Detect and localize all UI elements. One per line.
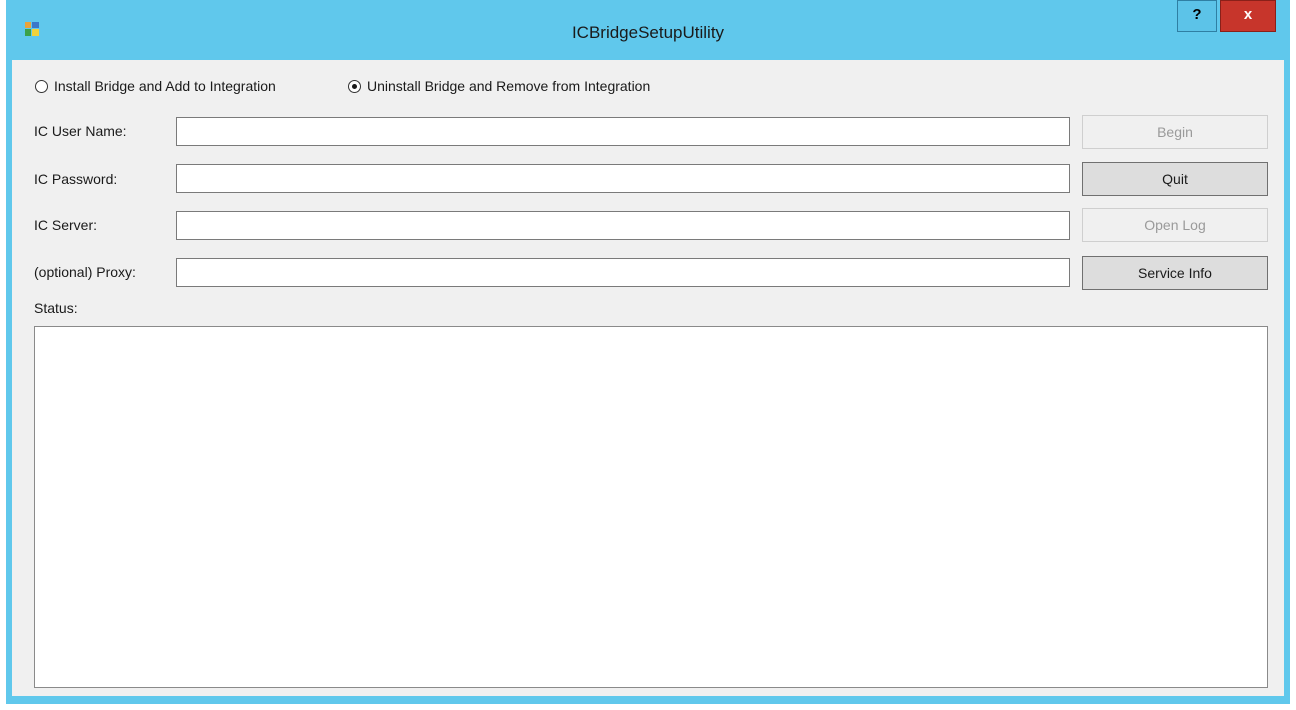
status-label: Status: (34, 300, 78, 316)
close-button[interactable]: x (1220, 0, 1276, 32)
service-info-button[interactable]: Service Info (1082, 256, 1268, 290)
open-log-button[interactable]: Open Log (1082, 208, 1268, 242)
window-title: ICBridgeSetupUtility (571, 23, 725, 42)
uninstall-option-label: Uninstall Bridge and Remove from Integra… (367, 78, 651, 94)
user-name-label: IC User Name: (34, 123, 127, 139)
client-area: Install Bridge and Add to Integration Un… (12, 60, 1284, 696)
title-bar[interactable]: ICBridgeSetupUtility ? x (6, 0, 1290, 60)
proxy-field[interactable] (176, 258, 1070, 287)
install-option-label: Install Bridge and Add to Integration (54, 78, 276, 94)
password-field[interactable] (176, 164, 1070, 193)
user-name-field[interactable] (176, 117, 1070, 146)
install-radio[interactable] (35, 79, 48, 93)
help-button[interactable]: ? (1177, 0, 1217, 32)
quit-button[interactable]: Quit (1082, 162, 1268, 196)
install-option[interactable]: Install Bridge and Add to Integration (35, 77, 276, 95)
begin-button[interactable]: Begin (1082, 115, 1268, 149)
server-field[interactable] (176, 211, 1070, 240)
uninstall-radio[interactable] (348, 79, 361, 93)
server-label: IC Server: (34, 217, 98, 233)
password-label: IC Password: (34, 171, 118, 187)
proxy-label: (optional) Proxy: (34, 264, 136, 280)
uninstall-option[interactable]: Uninstall Bridge and Remove from Integra… (348, 77, 650, 95)
app-window: ICBridgeSetupUtility ? x Install Bridge … (6, 0, 1290, 704)
status-output[interactable] (34, 326, 1268, 688)
